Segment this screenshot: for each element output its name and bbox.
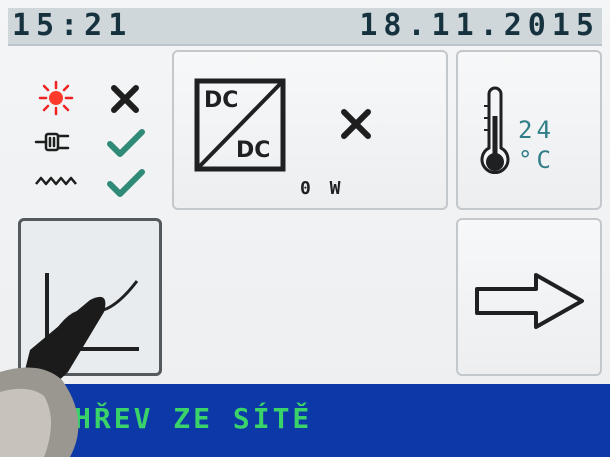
cross-icon <box>341 109 371 139</box>
sun-icon <box>38 80 74 116</box>
temperature-value: 24 <box>518 116 555 144</box>
dc-label-bottom: DC <box>236 138 271 163</box>
check-icon <box>107 129 145 157</box>
source-status-panel[interactable] <box>14 50 164 210</box>
graph-button[interactable] <box>18 218 162 376</box>
clock-time: 15:21 <box>12 8 133 43</box>
status-row-heater <box>34 164 154 200</box>
status-row-solar <box>34 80 154 116</box>
check-icon <box>107 169 145 197</box>
display-screen: 15:21 18.11.2015 DC DC 0 W 24 °C HŘEV ZE… <box>0 0 610 457</box>
status-bar: 15:21 18.11.2015 <box>8 8 602 46</box>
arrow-right-icon <box>475 273 584 329</box>
dc-label-top: DC <box>204 88 239 113</box>
status-row-grid <box>34 124 154 160</box>
chart-icon <box>45 273 139 351</box>
plug-icon <box>34 132 70 152</box>
converter-power-value: 0 W <box>300 178 345 199</box>
dc-dc-converter-tile[interactable]: DC DC 0 W <box>172 50 448 210</box>
cross-icon <box>111 85 139 113</box>
thermometer-icon <box>480 86 510 175</box>
clock-date: 18.11.2015 <box>359 8 600 43</box>
next-page-button[interactable] <box>456 218 602 376</box>
heater-wave-icon <box>35 176 77 186</box>
temperature-unit: °C <box>518 146 555 174</box>
temperature-tile[interactable]: 24 °C <box>456 50 602 210</box>
heating-mode-message: HŘEV ZE SÍTĚ <box>74 402 313 435</box>
message-bar: HŘEV ZE SÍTĚ <box>0 384 610 457</box>
